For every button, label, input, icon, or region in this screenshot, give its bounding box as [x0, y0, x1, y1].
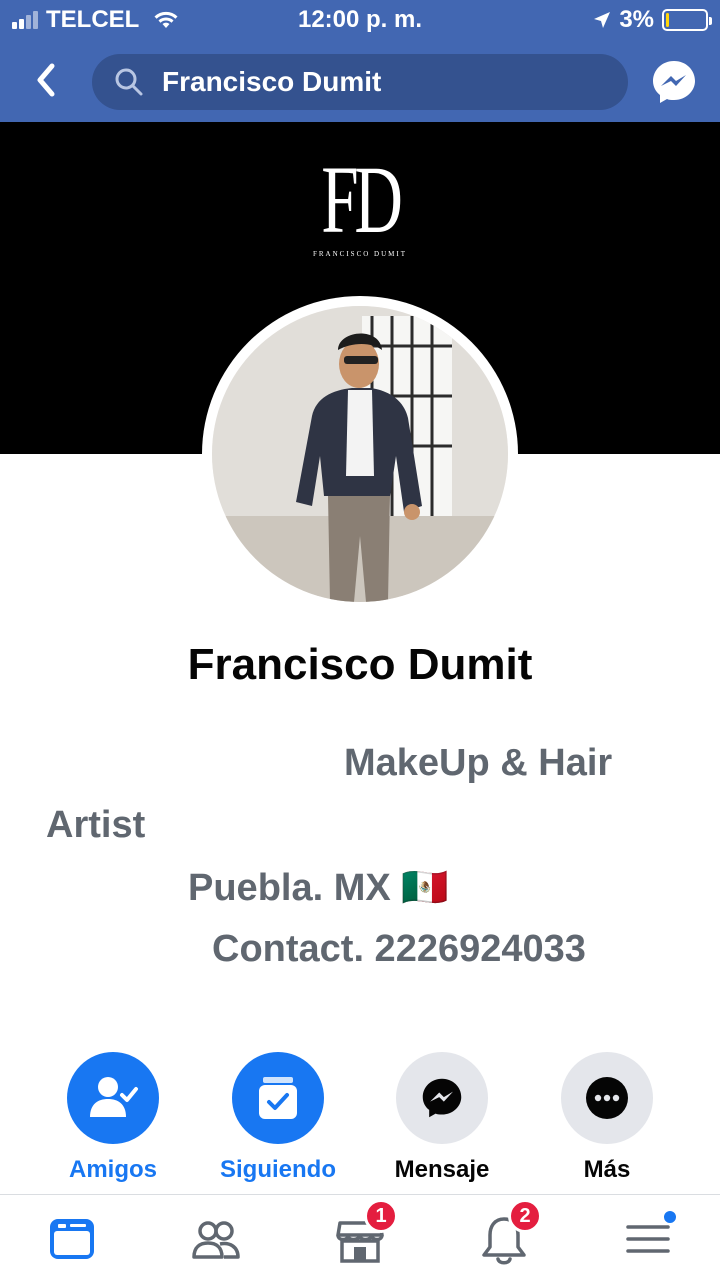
- battery-info: 3%: [593, 6, 712, 34]
- menu-notification-dot: [662, 1209, 678, 1225]
- notifications-badge: 2: [508, 1199, 542, 1233]
- message-label: Mensaje: [394, 1156, 490, 1183]
- chevron-left-icon[interactable]: [28, 60, 68, 100]
- marketplace-tab[interactable]: 1: [330, 1199, 398, 1269]
- notifications-tab[interactable]: 2: [474, 1199, 542, 1269]
- following-check-icon: [259, 1077, 297, 1119]
- profile-photo-illustration: [212, 306, 508, 602]
- bio-line: Artist: [46, 804, 146, 846]
- more-dots-icon: [586, 1077, 628, 1119]
- location-arrow-icon: [594, 12, 611, 28]
- messenger-icon: [422, 1078, 462, 1118]
- facebook-profile-screen: TELCEL 12:00 p. m. 3% Francisco Dumit FD…: [0, 0, 720, 1280]
- brand-logo: FD FRANCISCO DUMIT: [300, 146, 420, 259]
- following-button-circle: [232, 1052, 324, 1144]
- battery-icon: [662, 9, 712, 31]
- message-button[interactable]: Mensaje: [377, 1052, 507, 1184]
- message-button-circle: [396, 1052, 488, 1144]
- bottom-tab-bar: 1 2: [0, 1194, 720, 1280]
- friends-button-circle: [67, 1052, 159, 1144]
- bio-line: Contact. 2226924033: [212, 928, 586, 970]
- friends-button[interactable]: Amigos: [48, 1052, 178, 1184]
- bio-line: Puebla. MX 🇲🇽: [188, 867, 449, 909]
- bio-line: MakeUp & Hair: [344, 742, 613, 784]
- more-button[interactable]: Más: [542, 1052, 672, 1184]
- friends-check-icon: [90, 1077, 138, 1117]
- friends-tab[interactable]: [186, 1209, 246, 1269]
- profile-name: Francisco Dumit: [187, 640, 533, 689]
- search-bar[interactable]: Francisco Dumit: [92, 54, 628, 110]
- friends-label: Amigos: [68, 1156, 157, 1183]
- following-label: Siguiendo: [220, 1156, 336, 1183]
- messenger-icon[interactable]: [650, 58, 698, 106]
- news-feed-icon: [50, 1219, 94, 1259]
- logo-monogram: FD: [321, 146, 403, 253]
- marketplace-badge: 1: [364, 1199, 398, 1233]
- friends-icon: [192, 1221, 240, 1259]
- battery-percent: 3%: [619, 6, 654, 33]
- more-label: Más: [583, 1156, 631, 1183]
- navigation-bar: Francisco Dumit: [0, 46, 720, 116]
- more-button-circle: [561, 1052, 653, 1144]
- search-query: Francisco Dumit: [162, 66, 382, 97]
- profile-photo: [212, 306, 508, 602]
- news-feed-tab[interactable]: [42, 1209, 102, 1269]
- battery-level: [666, 13, 669, 27]
- status-bar: TELCEL 12:00 p. m. 3%: [0, 0, 720, 40]
- following-button[interactable]: Siguiendo: [213, 1052, 343, 1184]
- top-bar: TELCEL 12:00 p. m. 3% Francisco Dumit: [0, 0, 720, 122]
- profile-picture[interactable]: [202, 296, 518, 612]
- menu-tab[interactable]: [618, 1209, 678, 1269]
- search-icon: [115, 68, 143, 96]
